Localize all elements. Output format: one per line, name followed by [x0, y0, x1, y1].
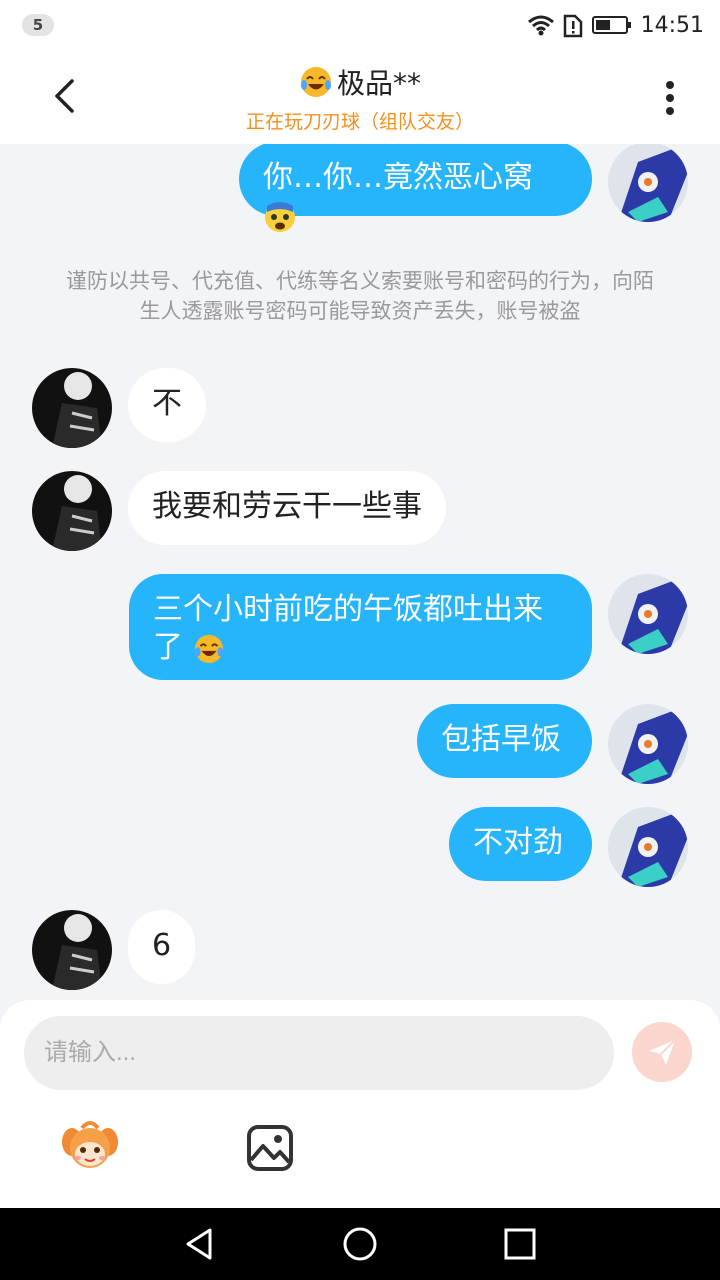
sim-alert-icon: [563, 14, 582, 38]
clock: 14:51: [640, 12, 704, 38]
sticker-button[interactable]: [60, 1116, 120, 1176]
contact-name: 极品**: [336, 67, 421, 100]
message-text-line-2: 了: [153, 629, 568, 667]
nav-home-button[interactable]: [340, 1224, 380, 1264]
square-recents-icon: [504, 1228, 536, 1260]
message-bubble-outgoing[interactable]: 包括早饭: [417, 704, 592, 778]
battery-icon: [591, 16, 631, 34]
composer: [0, 1000, 720, 1208]
message-text: 我要和劳云干一些事: [152, 489, 422, 524]
chevron-left-icon: [55, 79, 74, 113]
message-bubble-incoming[interactable]: 不: [128, 368, 206, 442]
message-text: 你…你…竟然恶心窝: [263, 160, 533, 195]
contact-avatar[interactable]: [32, 910, 112, 990]
wifi-icon: [527, 15, 554, 36]
send-icon: [649, 1039, 676, 1065]
system-navigation-bar: [0, 1208, 720, 1280]
chat-title: 极品**: [299, 62, 421, 102]
mascot-sticker-icon: [62, 1121, 118, 1168]
contact-avatar[interactable]: [32, 471, 112, 551]
status-bar: 5 14:51: [0, 0, 720, 50]
laughing-crying-emoji-icon: [194, 634, 223, 663]
back-button[interactable]: [40, 72, 88, 120]
nav-back-button[interactable]: [180, 1224, 220, 1264]
message-text: 不对劲: [473, 825, 563, 860]
my-avatar[interactable]: [608, 704, 688, 784]
message-bubble-incoming[interactable]: 6: [128, 910, 196, 984]
message-bubble-incoming[interactable]: 我要和劳云干一些事: [128, 471, 446, 545]
message-input[interactable]: [24, 1016, 614, 1090]
my-avatar[interactable]: [608, 144, 688, 222]
contact-avatar[interactable]: [32, 368, 112, 448]
message-text-line-2-text: 了: [153, 630, 183, 665]
security-notice: 谨防以共号、代充值、代练等名义索要账号和密码的行为，向陌生人透露账号密码可能导致…: [66, 269, 654, 323]
status-icons: 14:51: [527, 10, 704, 40]
send-button[interactable]: [632, 1022, 692, 1082]
chat-header: 极品** 正在玩刀刃球（组队交友）: [0, 50, 720, 144]
my-avatar[interactable]: [608, 574, 688, 654]
image-icon: [247, 1125, 293, 1171]
message-bubble-outgoing[interactable]: 三个小时前吃的午饭都吐出来 了: [129, 574, 592, 680]
laughing-crying-emoji-icon: [300, 67, 331, 97]
fearful-emoji-icon: [265, 201, 295, 232]
circle-home-icon: [343, 1227, 377, 1261]
more-options-button[interactable]: [646, 74, 694, 122]
message-text: 6: [152, 928, 172, 963]
message-text: 不: [152, 386, 182, 421]
message-list[interactable]: 你…你…竟然恶心窝 谨防以共号、代充值、代练等名义索要账号和密码的行为，向陌生人…: [0, 144, 720, 1000]
my-avatar[interactable]: [608, 807, 688, 887]
more-vertical-icon: [666, 81, 674, 115]
message-bubble-outgoing[interactable]: 不对劲: [449, 807, 592, 881]
image-button[interactable]: [244, 1122, 296, 1174]
contact-activity-status: 正在玩刀刃球（组队交友）: [245, 111, 474, 133]
triangle-back-icon: [186, 1228, 212, 1260]
message-bubble-outgoing[interactable]: 你…你…竟然恶心窝: [239, 144, 592, 232]
message-text-line-1: 三个小时前吃的午饭都吐出来: [153, 592, 543, 627]
message-text: 包括早饭: [441, 722, 561, 757]
nav-recents-button[interactable]: [500, 1224, 540, 1264]
chat-title-block: 极品** 正在玩刀刃球（组队交友）: [160, 62, 560, 134]
notification-count-badge: 5: [22, 14, 54, 36]
